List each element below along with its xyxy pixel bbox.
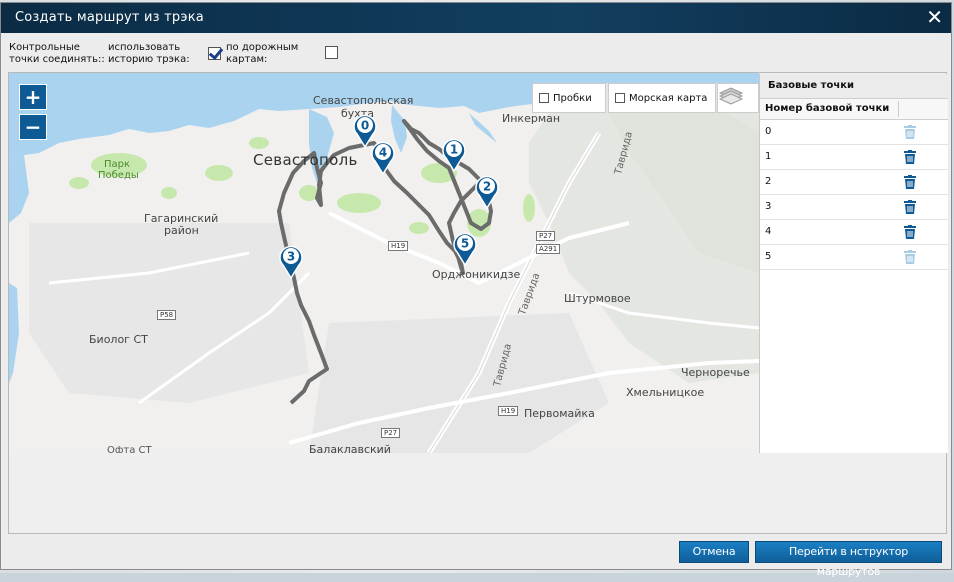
- map-label-hmel: Хмельницкое: [626, 386, 705, 399]
- base-point-number: 5: [765, 251, 772, 262]
- connect-points-label: Контрольные точки соединять::: [9, 42, 105, 66]
- base-point-number: 4: [765, 226, 772, 237]
- base-point-number: 2: [765, 176, 772, 187]
- map-label-park2: Победы: [98, 170, 139, 181]
- road-shield-h19b: H19: [498, 406, 519, 416]
- base-point-row[interactable]: 1: [760, 145, 948, 170]
- close-icon[interactable]: ✕: [926, 6, 943, 28]
- traffic-checkbox[interactable]: [539, 93, 549, 103]
- map-label-shturm: Штурмовое: [564, 292, 631, 305]
- marker-pin-icon: 1: [442, 138, 466, 172]
- marker-pin-icon: 5: [453, 232, 477, 266]
- waypoint-label-0: 0: [361, 119, 369, 133]
- base-points-title: Базовые точки: [760, 74, 948, 99]
- trash-icon[interactable]: [904, 125, 916, 139]
- map-label-city: Севастополь: [253, 151, 358, 169]
- trash-icon[interactable]: [904, 150, 916, 164]
- map-label-balakl: Балаклавский: [309, 443, 391, 453]
- road-maps-label-line1: по дорожным: [226, 42, 299, 53]
- go-to-route-builder-button[interactable]: Перейти в нструктор маршрутов: [755, 541, 942, 578]
- map-label-inkerman: Инкерман: [502, 112, 561, 125]
- layers-button[interactable]: [717, 83, 759, 113]
- base-point-number: 1: [765, 151, 772, 162]
- base-points-panel: Базовые точки Номер базовой точки 0 1 2 …: [759, 74, 948, 453]
- map-label-ofta: Офта СТ: [107, 445, 152, 453]
- waypoint-label-5: 5: [461, 237, 469, 251]
- connect-points-label-line2: точки соединять::: [9, 54, 105, 65]
- column-separator: [898, 101, 899, 117]
- marker-pin-icon: 4: [371, 141, 395, 175]
- use-history-checkbox[interactable]: [208, 47, 221, 60]
- connect-points-label-line1: Контрольные: [9, 42, 80, 53]
- road-maps-label-line2: картам:: [226, 54, 268, 65]
- sea-map-checkbox[interactable]: [615, 93, 625, 103]
- use-history-label-line2: историю трэка:: [108, 54, 190, 65]
- sea-map-toggle[interactable]: Морская карта: [608, 83, 716, 113]
- trash-icon[interactable]: [904, 200, 916, 214]
- base-point-number-header: Номер базовой точки: [765, 103, 890, 114]
- dialog-title: Создать маршрут из трэка: [15, 10, 204, 25]
- base-point-number: 0: [765, 126, 772, 137]
- road-shield-a291: A291: [536, 244, 561, 254]
- waypoint-label-2: 2: [483, 180, 491, 194]
- dialog-titlebar: Создать маршрут из трэка ✕: [1, 3, 951, 33]
- cancel-button[interactable]: Отмена: [679, 541, 749, 563]
- road-shield-p27a: P27: [536, 231, 556, 241]
- waypoint-label-1: 1: [450, 143, 458, 157]
- map-label-ordzh: Орджоникидзе: [432, 268, 521, 281]
- trash-icon[interactable]: [904, 250, 916, 264]
- marker-pin-icon: 2: [475, 175, 499, 209]
- base-point-number: 3: [765, 201, 772, 212]
- map-label-biolog: Биолог СТ: [89, 333, 148, 346]
- road-shield-p27b: P27: [381, 428, 401, 438]
- traffic-toggle[interactable]: Пробки: [532, 83, 606, 113]
- zoom-in-button[interactable]: +: [19, 84, 47, 110]
- base-point-row[interactable]: 3: [760, 195, 948, 220]
- map-label-park1: Парк: [104, 159, 131, 170]
- layers-icon: [718, 87, 744, 105]
- sea-map-label: Морская карта: [629, 92, 708, 104]
- traffic-label: Пробки: [553, 92, 592, 104]
- zoom-out-button[interactable]: −: [19, 114, 47, 140]
- map-label-chernor: Черноречье: [681, 366, 750, 379]
- road-maps-label: по дорожным картам:: [226, 42, 298, 66]
- map-label-bay: Севастопольская: [313, 94, 414, 107]
- base-point-row[interactable]: 4: [760, 220, 948, 245]
- road-shield-h19a: H19: [388, 241, 409, 251]
- waypoint-label-4: 4: [379, 146, 387, 160]
- base-point-row[interactable]: 5: [760, 245, 948, 270]
- marker-pin-icon: 3: [279, 245, 303, 279]
- use-history-label-line1: использовать: [108, 42, 181, 53]
- map-label-pervom: Первомайка: [524, 407, 595, 420]
- trash-icon[interactable]: [904, 225, 916, 239]
- base-point-row[interactable]: 2: [760, 170, 948, 195]
- road-maps-checkbox[interactable]: [325, 46, 338, 59]
- map-label-gagarin2: район: [164, 224, 199, 237]
- map-view[interactable]: Севастопольская бухта Севастополь Парк П…: [9, 73, 759, 453]
- road-shield-p58: P58: [157, 310, 177, 320]
- base-point-row[interactable]: 0: [760, 120, 948, 145]
- base-points-column-header: Номер базовой точки: [760, 99, 948, 120]
- waypoint-label-3: 3: [287, 250, 295, 264]
- use-history-label: использовать историю трэка:: [108, 42, 190, 66]
- trash-icon[interactable]: [904, 175, 916, 189]
